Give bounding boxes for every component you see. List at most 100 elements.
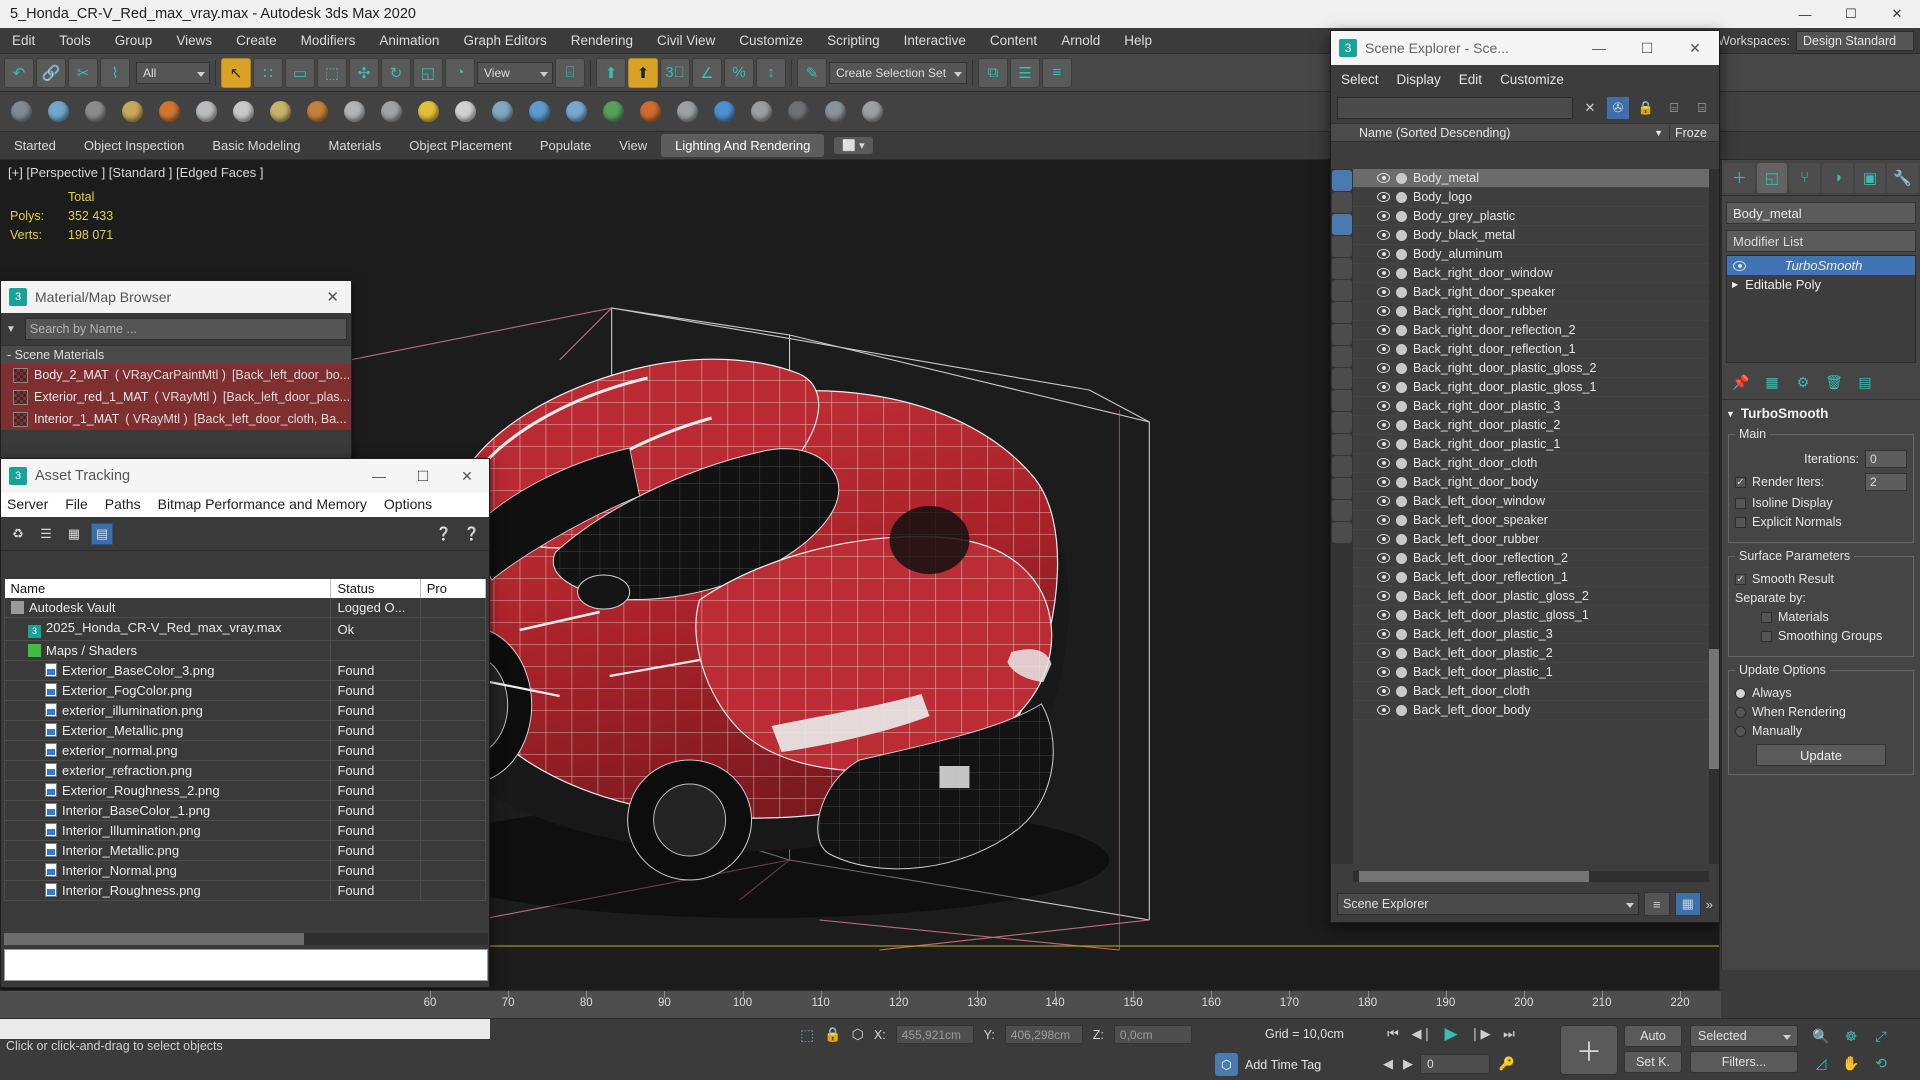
turbosmooth-rollout-header[interactable]: ▼ TurboSmooth — [1726, 406, 1916, 421]
modifier-eye-icon[interactable] — [1733, 260, 1746, 271]
scene-explorer-item[interactable]: Back_right_door_rubber — [1353, 302, 1709, 321]
visibility-eye-icon[interactable] — [1377, 496, 1390, 506]
menu-item-edit[interactable]: Edit — [0, 30, 47, 51]
object-color-swatch[interactable] — [1396, 324, 1407, 336]
object-color-swatch[interactable] — [1396, 438, 1407, 450]
ribbon-tab-object-inspection[interactable]: Object Inspection — [70, 134, 198, 157]
command-panel-motion-tab[interactable]: ◑ — [1822, 162, 1853, 193]
object-color-swatch[interactable] — [1396, 457, 1407, 469]
material-search-input[interactable]: Search by Name ... — [24, 318, 347, 340]
visibility-eye-icon[interactable] — [1377, 572, 1390, 582]
teapot-icon[interactable] — [116, 96, 148, 128]
close-button[interactable]: ✕ — [1874, 0, 1920, 28]
render-frame-icon[interactable] — [745, 96, 777, 128]
xref-filter-icon[interactable] — [1332, 324, 1352, 345]
visibility-eye-icon[interactable] — [1377, 325, 1390, 335]
visibility-eye-icon[interactable] — [1377, 629, 1390, 639]
scene-explorer-item[interactable]: Back_left_door_plastic_1 — [1353, 663, 1709, 682]
menu-item-help[interactable]: Help — [1112, 30, 1164, 51]
time-tag-icon[interactable]: ⬡ — [1215, 1053, 1238, 1076]
asset-table-row[interactable]: Exterior_BaseColor_3.png Found — [4, 660, 486, 681]
render-iterative-icon[interactable] — [819, 96, 851, 128]
expand-arrow-icon[interactable]: ▶ — [1732, 280, 1738, 289]
cone-icon[interactable] — [338, 96, 370, 128]
scene-materials-group[interactable]: - Scene Materials — [1, 345, 351, 364]
renderable-filter-icon[interactable] — [1332, 456, 1352, 477]
sphere-icon[interactable] — [190, 96, 222, 128]
modifier-stack-item[interactable]: TurboSmooth — [1727, 256, 1915, 275]
scene-explorer-close-icon[interactable]: ✕ — [1671, 40, 1719, 57]
scene-explorer-item[interactable]: Back_right_door_plastic_gloss_1 — [1353, 378, 1709, 397]
asset-table-row[interactable]: Exterior_Roughness_2.png Found — [4, 780, 486, 801]
selection-filter-combo[interactable]: All — [136, 61, 210, 84]
angle-snap-icon[interactable]: ∠ — [692, 57, 722, 88]
scene-explorer-item[interactable]: Back_right_door_window — [1353, 264, 1709, 283]
asset-column-name[interactable]: Name — [4, 579, 332, 598]
list-view-icon[interactable]: ☰ — [35, 523, 57, 545]
use-center-icon[interactable]: ⬆ — [596, 57, 626, 88]
shape-filter-icon[interactable] — [1332, 192, 1352, 213]
material-editor-icon[interactable] — [227, 96, 259, 128]
material-list-item[interactable]: Interior_1_MAT ( VRayMtl ) [Back_left_door… — [1, 408, 351, 430]
scene-explorer-grid-icon[interactable]: ▦ — [1674, 892, 1701, 916]
maxscript-listener-line[interactable] — [0, 1019, 490, 1039]
object-color-swatch[interactable] — [1396, 571, 1407, 583]
scene-explorer-item[interactable]: Back_right_door_body — [1353, 473, 1709, 492]
menu-item-interactive[interactable]: Interactive — [892, 30, 978, 51]
spinner-snap-icon[interactable]: ↕ — [756, 57, 786, 88]
percent-snap-icon[interactable]: % — [724, 57, 754, 88]
helper-filter-icon[interactable] — [1332, 258, 1352, 279]
select-object-icon[interactable]: ↖ — [221, 57, 251, 88]
scene-explorer-item[interactable]: Back_right_door_plastic_1 — [1353, 435, 1709, 454]
named-selection-set-combo[interactable]: Create Selection Set — [829, 61, 967, 84]
scene-explorer-item[interactable]: Body_aluminum — [1353, 245, 1709, 264]
asset-table-row[interactable]: Maps / Shaders — [4, 640, 486, 661]
geosphere-icon[interactable] — [5, 96, 37, 128]
x-coordinate-field[interactable]: 455,921cm — [895, 1025, 974, 1044]
command-panel-hierarchy-tab[interactable]: ⑂ — [1789, 162, 1821, 193]
zoom-icon[interactable]: 🔍 — [1806, 1023, 1836, 1050]
asset-table-row[interactable]: Exterior_FogColor.png Found — [4, 680, 486, 701]
fence-select-icon[interactable]: ⬚ — [317, 57, 347, 88]
object-color-swatch[interactable] — [1396, 419, 1407, 431]
materials-checkbox[interactable] — [1761, 611, 1772, 623]
sphere2-icon[interactable] — [449, 96, 481, 128]
scene-explorer-item[interactable]: Back_right_door_plastic_gloss_2 — [1353, 359, 1709, 378]
menu-item-group[interactable]: Group — [103, 30, 165, 51]
detail-view-icon[interactable]: ▦ — [63, 523, 85, 545]
object-color-swatch[interactable] — [1396, 495, 1407, 507]
material-browser-dropdown-icon[interactable]: ▼ — [1, 324, 21, 335]
asset-close-icon[interactable]: ✕ — [445, 468, 489, 485]
scene-explorer-menu-display[interactable]: Display — [1397, 72, 1441, 87]
visibility-eye-icon[interactable] — [1377, 667, 1390, 677]
ribbon-tab-basic-modeling[interactable]: Basic Modeling — [198, 134, 314, 157]
object-color-swatch[interactable] — [1396, 704, 1407, 716]
asset-table-row[interactable]: exterior_illumination.png Found — [4, 700, 486, 721]
scene-explorer-window[interactable]: 3 Scene Explorer - Sce... — ☐ ✕ Select Di… — [1330, 30, 1720, 923]
add-time-tag-label[interactable]: Add Time Tag — [1245, 1058, 1321, 1072]
scene-explorer-maximize-icon[interactable]: ☐ — [1623, 40, 1671, 57]
orbit-icon[interactable]: ⟲ — [1866, 1050, 1896, 1077]
selection-lock-region-icon[interactable]: ⬚ — [800, 1026, 814, 1044]
menu-item-graph-editors[interactable]: Graph Editors — [451, 30, 558, 51]
menu-item-arnold[interactable]: Arnold — [1049, 30, 1112, 51]
menu-item-animation[interactable]: Animation — [367, 30, 451, 51]
spacewarp-filter-icon[interactable] — [1332, 280, 1352, 301]
scene-explorer-menu-select[interactable]: Select — [1341, 72, 1379, 87]
unlink-icon[interactable]: ✂ — [68, 57, 98, 88]
visibility-eye-icon[interactable] — [1377, 439, 1390, 449]
scene-explorer-item[interactable]: Back_right_door_reflection_2 — [1353, 321, 1709, 340]
visibility-eye-icon[interactable] — [1377, 173, 1390, 183]
fire-icon[interactable] — [634, 96, 666, 128]
object-color-swatch[interactable] — [1396, 305, 1407, 317]
object-color-swatch[interactable] — [1396, 286, 1407, 298]
object-color-swatch[interactable] — [1396, 476, 1407, 488]
update-button[interactable]: Update — [1756, 744, 1886, 766]
object-color-swatch[interactable] — [1396, 267, 1407, 279]
group-filter-icon[interactable] — [1332, 302, 1352, 323]
smoothing-groups-checkbox[interactable] — [1761, 630, 1772, 642]
scene-explorer-item[interactable]: Back_left_door_reflection_2 — [1353, 549, 1709, 568]
asset-table-row[interactable]: 3 2025_Honda_CR-V_Red_max_vray.max Ok — [4, 617, 486, 641]
asset-table-row[interactable]: Interior_Illumination.png Found — [4, 820, 486, 841]
object-color-swatch[interactable] — [1396, 381, 1407, 393]
